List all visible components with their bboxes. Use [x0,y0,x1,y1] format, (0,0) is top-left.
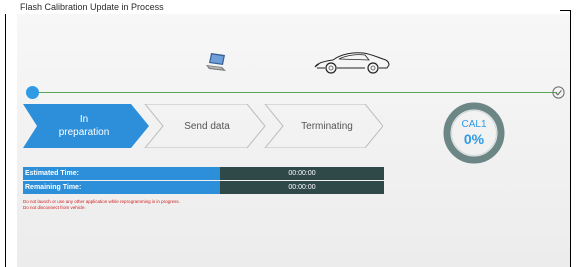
laptop-icon [206,53,226,71]
step-send-data: Send data [184,120,230,132]
progress-start-marker [26,86,39,99]
estimated-time-row: Estimated Time: 00:00:00 [23,167,384,180]
check-circle-icon [552,86,565,99]
remaining-time-label: Remaining Time: [23,181,220,194]
warning-text-2: Do not disconnect from vehicle. [23,205,86,210]
window-border-top-right [560,10,571,11]
window-title: Flash Calibration Update in Process [20,2,164,12]
calibration-name: CAL1 [461,119,487,130]
remaining-time-row: Remaining Time: 00:00:00 [23,181,384,194]
window-border-right [570,10,571,267]
process-steps: In preparation Send data Terminating [23,104,383,148]
car-icon [314,52,390,74]
remaining-time-value: 00:00:00 [220,181,384,194]
calibration-percent: 0% [463,131,485,147]
step-preparation: In preparation [23,104,145,148]
estimated-time-label: Estimated Time: [23,167,220,180]
progress-track [33,92,557,93]
calibration-status: CAL1 0% [442,119,506,147]
step-preparation-line2: preparation [58,127,110,138]
window-border-left [5,14,6,267]
estimated-time-value: 00:00:00 [220,167,384,180]
step-terminating: Terminating [301,120,353,132]
step-preparation-line1: In [79,114,89,125]
